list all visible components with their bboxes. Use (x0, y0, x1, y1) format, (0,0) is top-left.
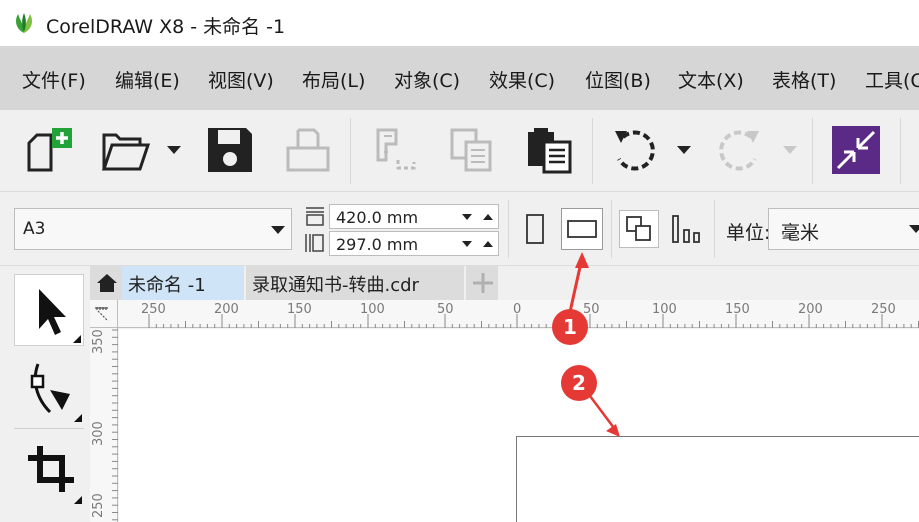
coreldraw-window: CorelDRAW X8 - 未命名 -1 文件(F) 编辑(E) 视图(V) … (0, 0, 919, 522)
annotation-badge-2: 2 (561, 365, 597, 401)
annotation-arrows (568, 252, 620, 437)
annotation-badge-1: 1 (552, 309, 588, 345)
